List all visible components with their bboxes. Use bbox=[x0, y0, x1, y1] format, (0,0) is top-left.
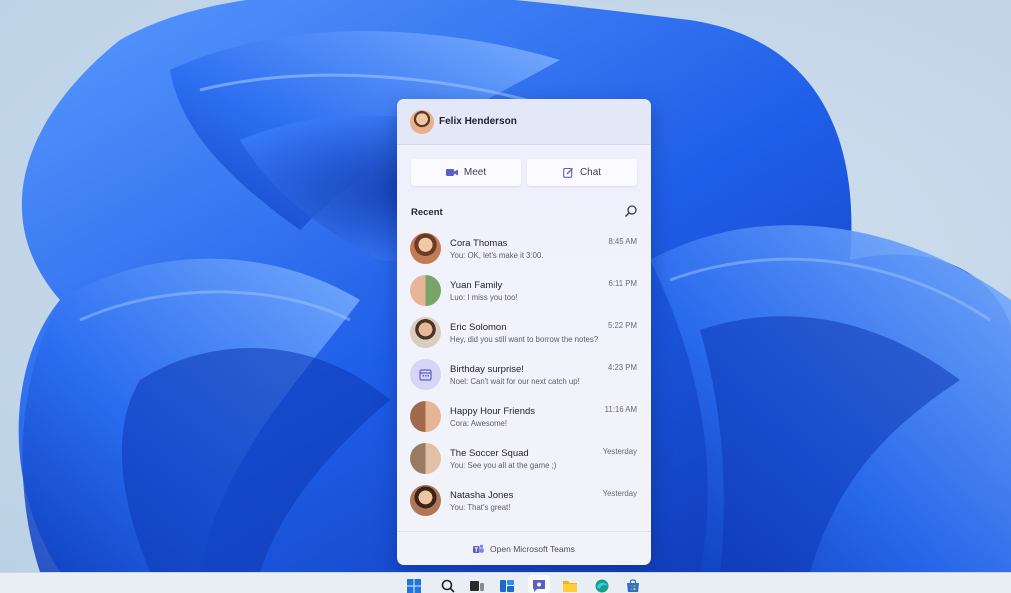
avatar bbox=[410, 233, 441, 264]
file-explorer-icon[interactable] bbox=[562, 578, 578, 593]
chat-preview: Noel: Can't wait for our next catch up! bbox=[450, 377, 580, 386]
chat-name: Birthday surprise! bbox=[450, 364, 524, 375]
chat-preview: You: OK, let's make it 3:00. bbox=[450, 251, 544, 260]
chat-item-happy-hour-friends[interactable]: Happy Hour Friends Cora: Awesome! 11:16 … bbox=[397, 397, 651, 439]
chat-preview: Luo: I miss you too! bbox=[450, 293, 518, 302]
chat-name: Eric Solomon bbox=[450, 322, 507, 333]
task-view-icon[interactable] bbox=[469, 578, 485, 593]
chat-preview: You: See you all at the game ;) bbox=[450, 461, 556, 470]
chat-item-the-soccer-squad[interactable]: The Soccer Squad You: See you all at the… bbox=[397, 439, 651, 481]
teams-icon bbox=[473, 544, 484, 554]
chat-time: 4:23 PM bbox=[608, 363, 637, 372]
avatar bbox=[410, 317, 441, 348]
taskbar bbox=[0, 572, 1011, 593]
store-icon[interactable] bbox=[625, 578, 641, 593]
meet-button[interactable]: Meet bbox=[411, 159, 521, 186]
chat-time: 6:11 PM bbox=[609, 279, 637, 288]
search-icon[interactable] bbox=[440, 578, 456, 593]
chat-time: Yesterday bbox=[603, 489, 637, 498]
search-icon[interactable] bbox=[624, 204, 638, 218]
chat-name: Cora Thomas bbox=[450, 238, 507, 249]
chat-name: The Soccer Squad bbox=[450, 448, 529, 459]
open-teams-label: Open Microsoft Teams bbox=[490, 544, 575, 554]
chat-button[interactable]: Chat bbox=[527, 159, 637, 186]
teams-chat-icon[interactable] bbox=[531, 578, 547, 593]
chat-name: Happy Hour Friends bbox=[450, 406, 535, 417]
chat-time: 5:22 PM bbox=[608, 321, 637, 330]
video-camera-icon bbox=[446, 168, 458, 177]
meet-label: Meet bbox=[464, 167, 486, 178]
chat-preview: Cora: Awesome! bbox=[450, 419, 507, 428]
recent-heading: Recent bbox=[411, 207, 443, 218]
avatar bbox=[410, 485, 441, 516]
teams-chat-flyout: Felix Henderson Meet Chat Recent Cora T bbox=[397, 99, 651, 565]
compose-icon bbox=[563, 167, 574, 178]
chat-time: 11:16 AM bbox=[605, 405, 637, 414]
chat-name: Natasha Jones bbox=[450, 490, 513, 501]
chat-item-birthday-surprise[interactable]: Birthday surprise! Noel: Can't wait for … bbox=[397, 355, 651, 397]
widgets-icon[interactable] bbox=[499, 578, 515, 593]
group-avatar bbox=[410, 443, 441, 474]
chat-item-natasha-jones[interactable]: Natasha Jones You: That's great! Yesterd… bbox=[397, 481, 651, 523]
chat-time: Yesterday bbox=[603, 447, 637, 456]
group-avatar bbox=[410, 401, 441, 432]
chat-item-yuan-family[interactable]: Yuan Family Luo: I miss you too! 6:11 PM bbox=[397, 271, 651, 313]
calendar-icon bbox=[419, 368, 432, 381]
flyout-header: Felix Henderson bbox=[397, 99, 651, 145]
chat-item-cora-thomas[interactable]: Cora Thomas You: OK, let's make it 3:00.… bbox=[397, 229, 651, 271]
chat-preview: You: That's great! bbox=[450, 503, 510, 512]
user-name: Felix Henderson bbox=[439, 116, 517, 127]
user-avatar[interactable] bbox=[410, 110, 434, 134]
avatar bbox=[410, 359, 441, 390]
chat-time: 8:45 AM bbox=[608, 237, 637, 246]
chat-item-eric-solomon[interactable]: Eric Solomon Hey, did you still want to … bbox=[397, 313, 651, 355]
group-avatar bbox=[410, 275, 441, 306]
edge-icon[interactable] bbox=[594, 578, 610, 593]
windows-start-icon[interactable] bbox=[406, 578, 422, 593]
chat-label: Chat bbox=[580, 167, 601, 178]
chat-name: Yuan Family bbox=[450, 280, 502, 291]
chat-preview: Hey, did you still want to borrow the no… bbox=[450, 335, 598, 344]
desktop: Felix Henderson Meet Chat Recent Cora T bbox=[0, 0, 1011, 572]
open-teams-link[interactable]: Open Microsoft Teams bbox=[397, 531, 651, 565]
